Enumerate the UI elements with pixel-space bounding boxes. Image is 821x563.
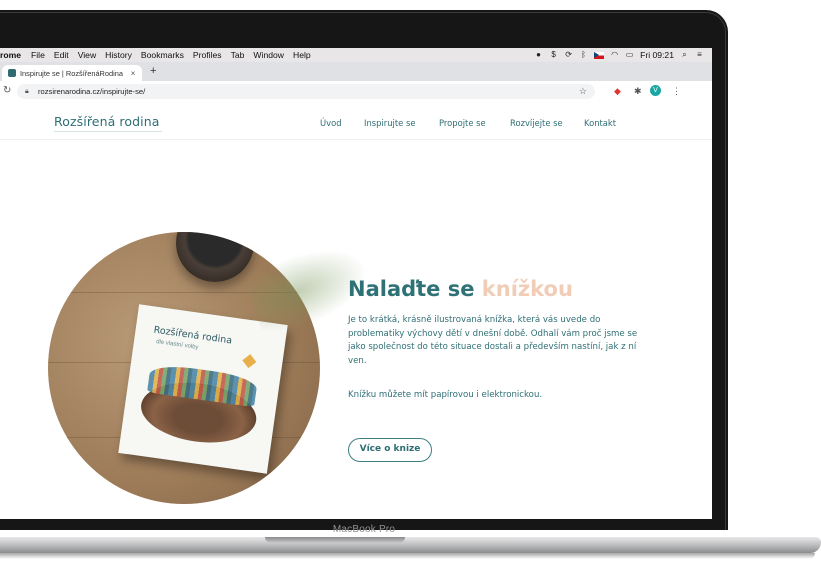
laptop-notch	[265, 537, 405, 543]
lock-icon[interactable]: 🔒︎	[25, 88, 33, 96]
tab-close-icon[interactable]: ×	[128, 69, 138, 78]
menu-tab[interactable]: Tab	[231, 50, 245, 60]
coffee-cup	[176, 232, 254, 282]
sync-icon[interactable]: ⟳	[564, 51, 573, 59]
browser-tab-active[interactable]: Inspirujte se | RozšířenáRodina ×	[2, 65, 142, 81]
screen: rome File Edit View History Bookmarks Pr…	[0, 48, 712, 519]
wood-grain	[48, 362, 320, 363]
menubar-clock[interactable]: Fri 09:21	[640, 50, 674, 60]
hero-paragraph-formats: Knížku můžete mít papírovou i elektronic…	[348, 390, 543, 400]
book-cover-subtitle: dle vlastní volby	[155, 339, 199, 351]
web-page: Rozšířená rodina Úvod Inspirujte se Prop…	[0, 102, 712, 519]
menu-profiles[interactable]: Profiles	[193, 50, 222, 60]
macos-menubar: rome File Edit View History Bookmarks Pr…	[0, 48, 712, 62]
wood-grain	[48, 437, 320, 438]
address-url[interactable]: rozsirenarodina.cz/inspirujte-se/	[38, 87, 145, 96]
site-header: Rozšířená rodina Úvod Inspirujte se Prop…	[0, 102, 712, 140]
menu-history[interactable]: History	[105, 50, 132, 60]
hero-paragraph: Je to krátká, krásně ilustrovaná knížka,…	[348, 315, 638, 366]
control-center-icon[interactable]: ≡	[695, 51, 704, 59]
wood-grain	[48, 292, 320, 293]
menu-file[interactable]: File	[31, 50, 45, 60]
browser-toolbar: ↻ 🔒︎ rozsirenarodina.cz/inspirujte-se/ ☆…	[0, 81, 712, 103]
extensions-puzzle-icon[interactable]: ✱	[634, 86, 642, 97]
spotlight-search-icon[interactable]: ⌕	[680, 51, 689, 59]
menubar-status-area: ● $ ⟳ ᛒ ◠ ▭ Fri 09:21 ⌕ ≡	[534, 50, 712, 60]
battery-icon[interactable]: ▭	[625, 51, 634, 59]
menu-edit[interactable]: Edit	[54, 50, 69, 60]
nav-item-uvod[interactable]: Úvod	[320, 118, 342, 128]
profile-avatar[interactable]: V	[650, 85, 661, 96]
nav-item-inspirujte-se[interactable]: Inspirujte se	[364, 118, 415, 128]
kite-illustration	[242, 354, 257, 369]
hero-heading-main: Nalaďte se	[348, 277, 475, 301]
browser-menu-icon[interactable]: ⋮	[672, 86, 681, 97]
new-tab-button[interactable]: +	[150, 65, 156, 77]
tab-title: Inspirujte se | RozšířenáRodina	[20, 68, 123, 78]
wifi-icon[interactable]: ◠	[610, 51, 619, 59]
macbook-model-label: MacBook Pro	[332, 524, 396, 535]
nest-illustration	[137, 375, 261, 450]
more-about-book-button[interactable]: Více o knize	[348, 438, 432, 462]
laptop-lid: rome File Edit View History Bookmarks Pr…	[0, 10, 728, 535]
menu-window[interactable]: Window	[253, 50, 284, 60]
menu-bookmarks[interactable]: Bookmarks	[141, 50, 184, 60]
book-cover: Rozšířená rodina dle vlastní volby	[118, 304, 288, 474]
browser-tab-strip: Inspirujte se | RozšířenáRodina × +	[0, 62, 712, 81]
menu-app-name[interactable]: rome	[0, 50, 21, 60]
nav-item-propojte-se[interactable]: Propojte se	[439, 118, 486, 128]
plant-shadow	[241, 233, 379, 341]
nav-item-kontakt[interactable]: Kontakt	[584, 118, 616, 128]
family-illustration	[147, 362, 259, 408]
extension-red-icon[interactable]: ◆	[614, 86, 621, 97]
bluetooth-icon[interactable]: ᛒ	[579, 51, 588, 59]
bookmark-star-icon[interactable]: ☆	[579, 86, 587, 97]
hero-heading-accent: knížkou	[481, 277, 573, 301]
laptop-shadow	[0, 553, 815, 559]
book-cover-title: Rozšířená rodina	[152, 324, 233, 347]
reload-icon[interactable]: ↻	[3, 85, 11, 96]
site-favicon-icon	[8, 69, 16, 77]
menu-view[interactable]: View	[78, 50, 96, 60]
nav-item-rozvijejte-se[interactable]: Rozvíjejte se	[510, 118, 563, 128]
address-bar[interactable]: 🔒︎ rozsirenarodina.cz/inspirujte-se/ ☆	[17, 84, 595, 99]
czech-flag-icon[interactable]	[594, 51, 605, 59]
site-logo[interactable]: Rozšířená rodina	[54, 114, 160, 129]
logo-underline	[54, 131, 162, 132]
menu-help[interactable]: Help	[293, 50, 311, 60]
creative-cloud-icon[interactable]: ●	[534, 51, 543, 59]
laptop-base	[0, 537, 821, 553]
dollar-icon[interactable]: $	[549, 51, 558, 59]
hero-heading: Nalaďte se knížkou	[348, 277, 573, 301]
hero-book-photo: Rozšířená rodina dle vlastní volby	[48, 232, 320, 504]
